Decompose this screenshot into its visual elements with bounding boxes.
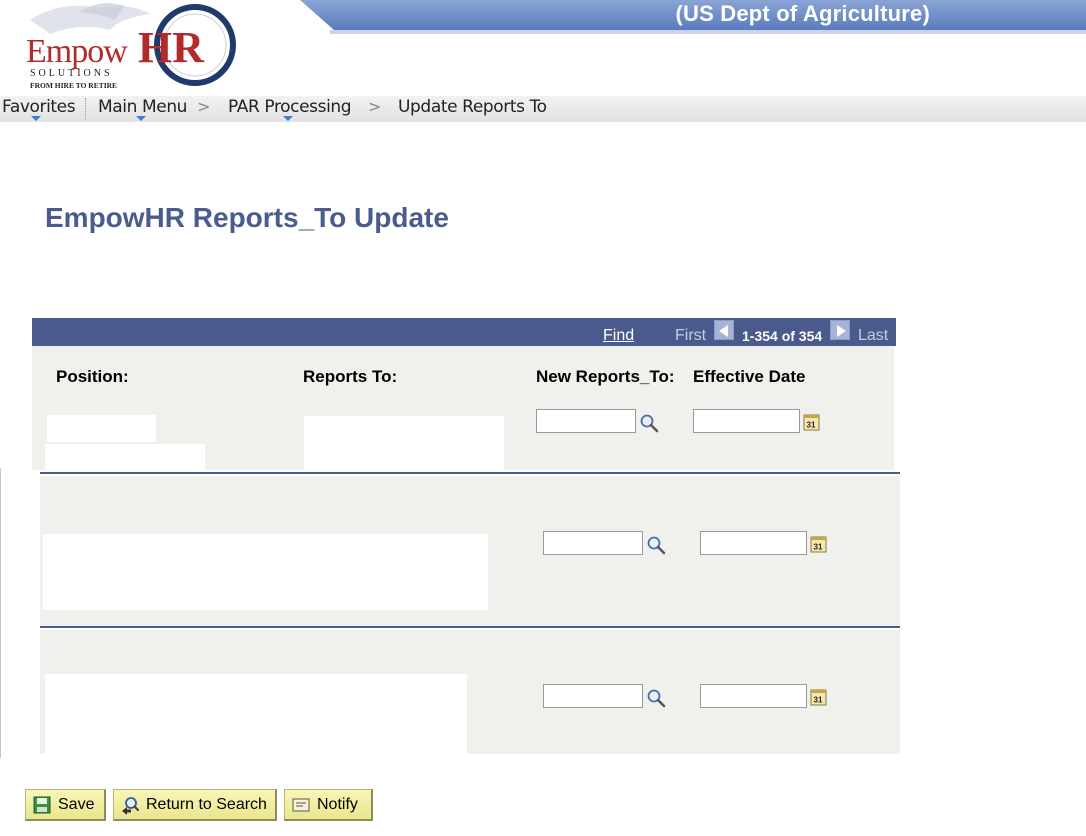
breadcrumb-par-processing[interactable]: PAR Processing	[228, 97, 352, 117]
logo-solutions: SOLUTIONS	[30, 68, 113, 79]
return-to-search-label: Return to Search	[146, 795, 267, 813]
calendar-icon[interactable]: 31	[809, 534, 829, 554]
par-processing-dropdown-icon[interactable]	[283, 116, 293, 121]
breadcrumb-separator-icon: >	[368, 97, 382, 116]
svg-text:31: 31	[807, 421, 816, 430]
return-to-search-button[interactable]: Return to Search	[113, 789, 277, 821]
favorites-dropdown-icon[interactable]	[31, 116, 41, 121]
effective-date-label: Effective Date	[693, 367, 806, 386]
grid-row-1: Position: Reports To: New Reports_To: Ef…	[32, 346, 894, 470]
breadcrumb-separator-icon: >	[197, 97, 211, 116]
banner-underline	[330, 30, 1086, 34]
organization-name: (US Dept of Agriculture)	[675, 1, 930, 26]
notify-button-label: Notify	[317, 795, 358, 813]
row-details-redacted	[45, 674, 467, 754]
save-button[interactable]: Save	[25, 789, 106, 821]
notify-envelope-icon	[292, 798, 310, 811]
row-count: 1-354 of 354	[742, 328, 823, 344]
logo-brand-left: Empow	[26, 33, 128, 70]
row-details-redacted	[43, 534, 488, 610]
page-title: EmpowHR Reports_To Update	[45, 202, 449, 233]
main-menu-dropdown-icon[interactable]	[136, 116, 146, 121]
left-border	[0, 468, 1, 758]
lookup-search-icon[interactable]	[639, 413, 659, 433]
position-value-redacted	[47, 415, 156, 442]
find-link[interactable]: Find	[603, 327, 634, 345]
logo-tagline: FROM HIRE TO RETIRE	[30, 81, 117, 90]
next-row-icon[interactable]	[830, 320, 850, 340]
position-label: Position:	[56, 367, 129, 386]
reports-to-label: Reports To:	[303, 367, 398, 386]
lookup-search-icon[interactable]	[646, 688, 666, 708]
last-link: Last	[858, 327, 889, 344]
new-reports-to-input[interactable]	[536, 409, 636, 433]
row-separator	[40, 626, 900, 628]
new-reports-to-input[interactable]	[543, 531, 643, 555]
calendar-icon[interactable]: 31	[809, 687, 829, 707]
position-description-redacted	[45, 444, 205, 470]
first-link: First	[675, 327, 707, 344]
lookup-search-icon[interactable]	[646, 535, 666, 555]
effective-date-input[interactable]	[700, 531, 807, 555]
reports-to-value-redacted	[304, 416, 504, 470]
new-reports-to-input[interactable]	[543, 684, 643, 708]
floppy-disk-icon	[33, 796, 51, 813]
breadcrumb-divider	[85, 98, 86, 120]
breadcrumb-current-page: Update Reports To	[398, 97, 547, 117]
grid-row-3: 31	[40, 630, 900, 754]
new-reports-to-label: New Reports_To:	[536, 367, 675, 386]
empowhr-logo-graphic: Empow HR SOLUTIONS FROM HIRE TO RETIRE	[26, 3, 236, 90]
logo-brand-right: HR	[138, 23, 205, 72]
svg-text:31: 31	[814, 696, 823, 705]
effective-date-input[interactable]	[700, 684, 807, 708]
svg-text:31: 31	[814, 543, 823, 552]
breadcrumb-favorites[interactable]: Favorites	[2, 97, 76, 117]
row-separator	[40, 472, 900, 474]
grid-row-2: 31	[40, 476, 900, 626]
effective-date-input[interactable]	[693, 409, 800, 433]
notify-button[interactable]: Notify	[284, 789, 373, 821]
calendar-icon[interactable]: 31	[802, 412, 822, 432]
empowhr-logo: Empow HR SOLUTIONS FROM HIRE TO RETIRE	[20, 0, 250, 92]
save-button-label: Save	[58, 795, 95, 813]
grid-navigation-bar: Find First 1-354 of 354 Last	[32, 318, 896, 346]
breadcrumb: Favorites Main Menu > PAR Processing > U…	[0, 96, 1086, 122]
breadcrumb-main-menu[interactable]: Main Menu	[98, 97, 187, 117]
previous-row-icon[interactable]	[714, 320, 734, 340]
return-search-icon	[122, 796, 140, 815]
